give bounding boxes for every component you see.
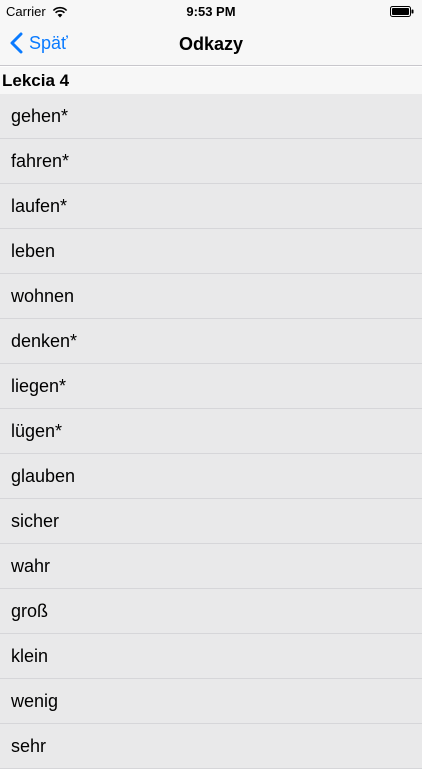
navigation-bar: Späť Odkazy [0, 22, 422, 66]
list-item[interactable]: sicher [0, 499, 422, 544]
list-item[interactable]: wahr [0, 544, 422, 589]
word-list: gehen* fahren* laufen* leben wohnen denk… [0, 94, 422, 769]
list-item[interactable]: laufen* [0, 184, 422, 229]
list-item[interactable]: klein [0, 634, 422, 679]
list-item[interactable]: groß [0, 589, 422, 634]
list-item[interactable]: lügen* [0, 409, 422, 454]
list-item-label: sicher [11, 511, 60, 531]
section-header: Lekcia 4 [0, 67, 422, 94]
list-item-label: liegen* [11, 376, 67, 396]
list-item-label: denken* [11, 331, 78, 351]
list-item-label: wahr [11, 556, 51, 576]
list-item[interactable]: denken* [0, 319, 422, 364]
list-item-label: leben [11, 241, 56, 261]
battery-icon [390, 6, 414, 17]
list-item[interactable]: sehr [0, 724, 422, 769]
status-bar: Carrier 9:53 PM [0, 0, 422, 22]
list-item-label: gehen* [11, 106, 69, 126]
list-item-label: lügen* [11, 421, 63, 441]
list-item-label: wenig [11, 691, 59, 711]
list-item[interactable]: wenig [0, 679, 422, 724]
status-time: 9:53 PM [186, 4, 236, 19]
list-item[interactable]: gehen* [0, 94, 422, 139]
list-item[interactable]: wohnen [0, 274, 422, 319]
list-item-label: groß [11, 601, 49, 621]
list-item-label: wohnen [11, 286, 75, 306]
list-item-label: laufen* [11, 196, 68, 216]
list-item-label: sehr [11, 736, 47, 756]
list-item[interactable]: liegen* [0, 364, 422, 409]
list-item[interactable]: glauben [0, 454, 422, 499]
list-item[interactable]: leben [0, 229, 422, 274]
list-item-label: glauben [11, 466, 76, 486]
list-item-label: klein [11, 646, 49, 666]
list-item[interactable]: fahren* [0, 139, 422, 184]
list-item-label: fahren* [11, 151, 70, 171]
page-title: Odkazy [178, 34, 244, 54]
